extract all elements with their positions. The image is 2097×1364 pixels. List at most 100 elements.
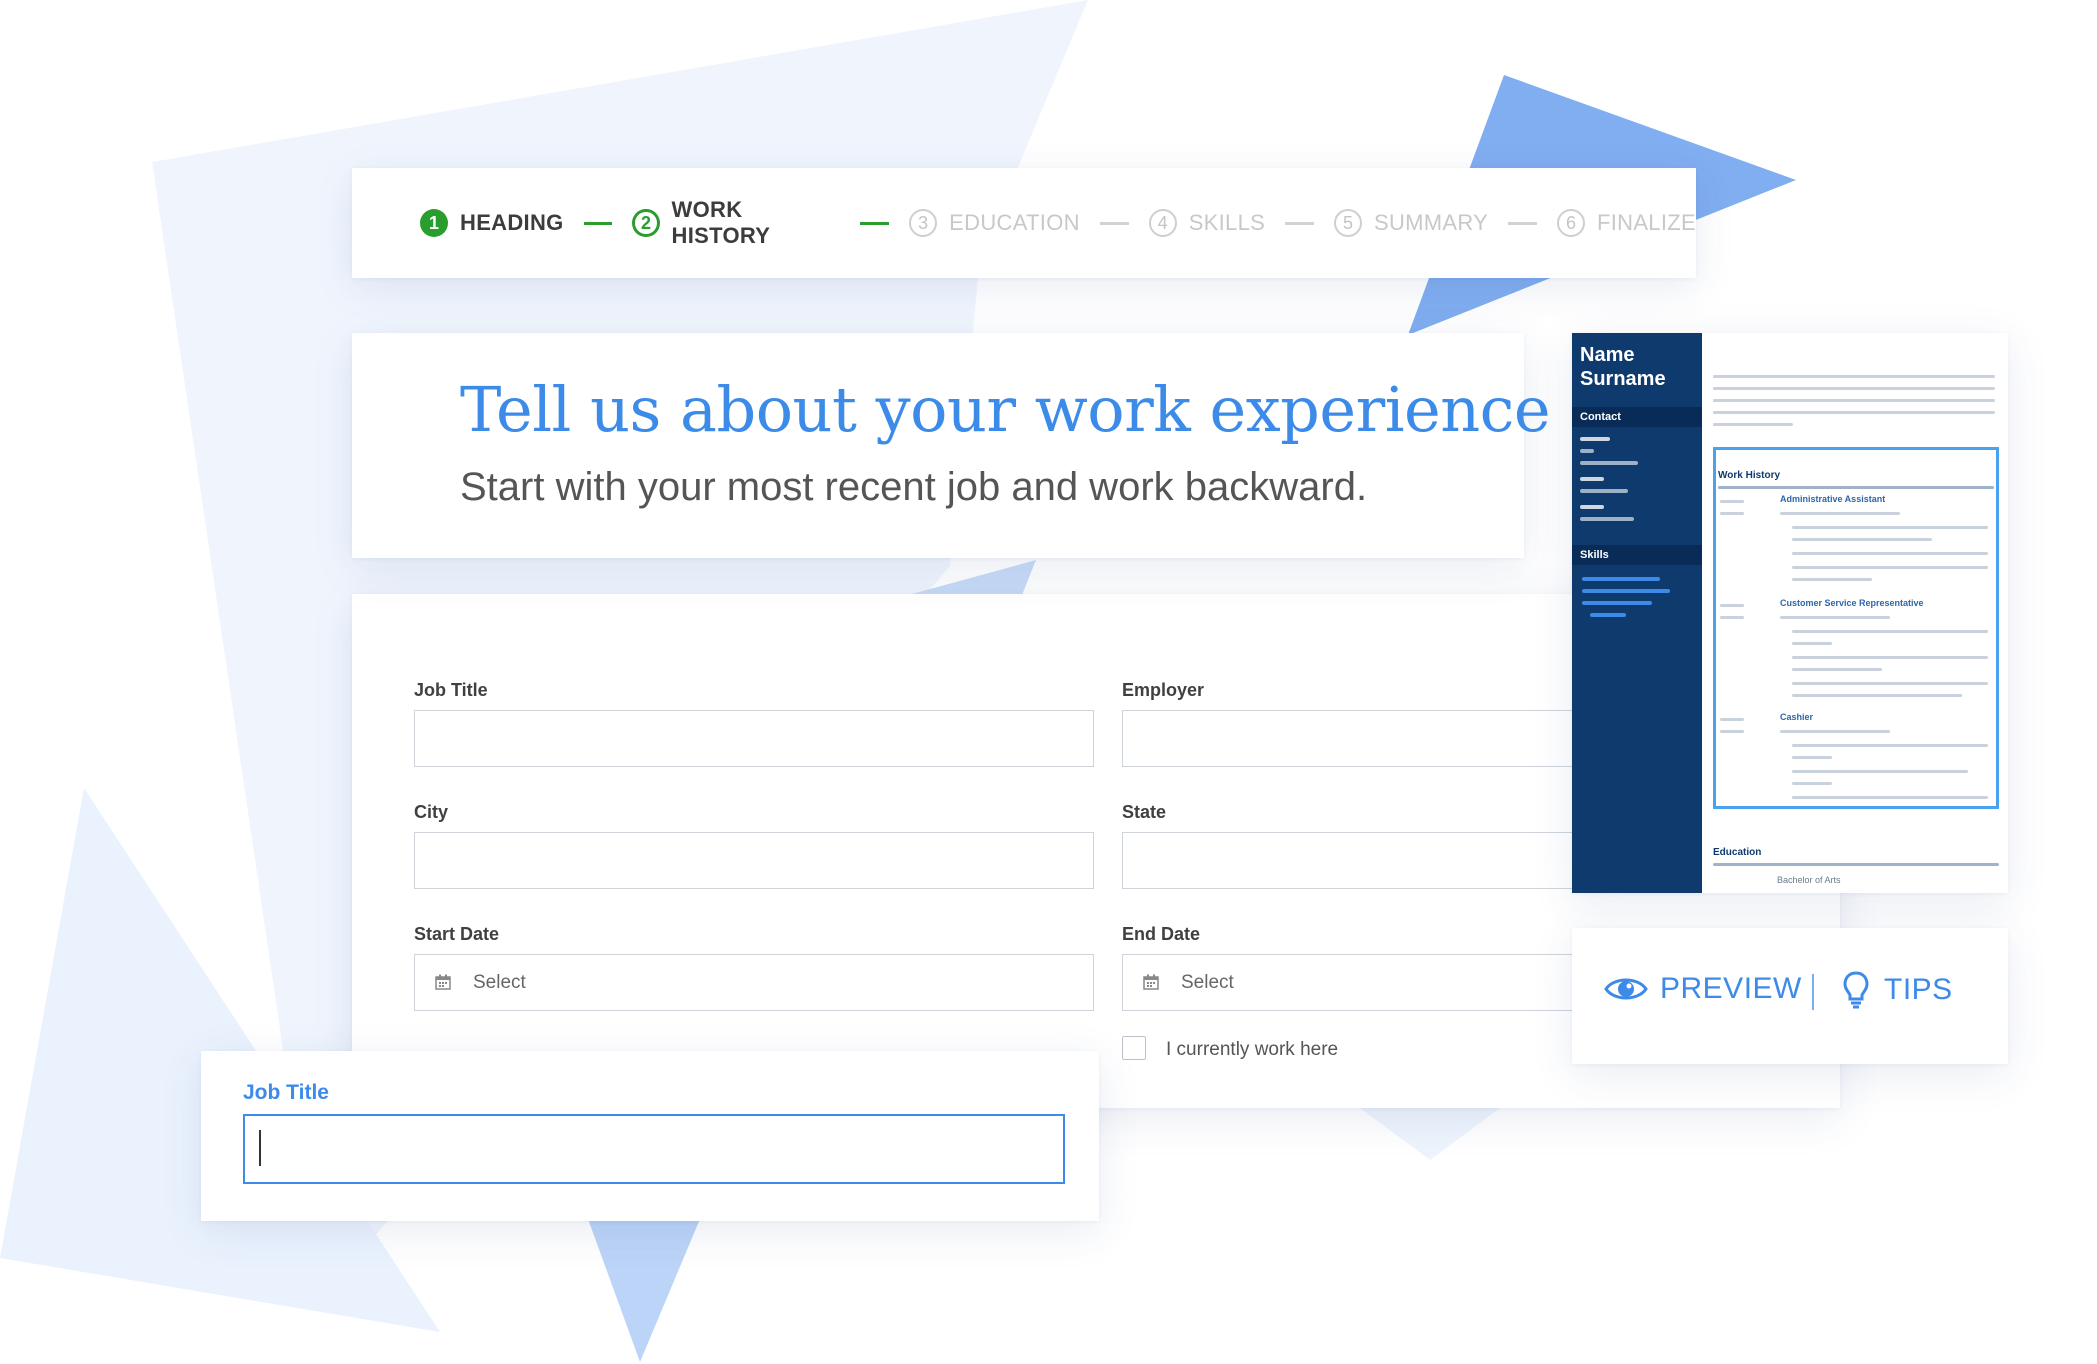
resume-bullet-line (1792, 630, 1988, 633)
resume-bullet-line (1792, 526, 1988, 529)
step-summary[interactable]: 5 SUMMARY (1333, 209, 1489, 237)
resume-skills-heading: Skills (1572, 545, 1702, 565)
resume-date-line (1720, 604, 1744, 607)
resume-education-heading: Education (1713, 847, 1762, 858)
resume-date-line (1720, 730, 1744, 733)
resume-bullet-line (1792, 578, 1872, 581)
heading-card: Tell us about your work experience Start… (352, 333, 1551, 558)
preview-button[interactable]: PREVIEW (1604, 972, 1802, 1006)
resume-date-line (1720, 512, 1744, 515)
start-date-placeholder: Select (473, 972, 526, 993)
resume-skill-line (1582, 577, 1660, 581)
step-skills[interactable]: 4 SKILLS (1148, 209, 1266, 237)
step-number: 6 (1557, 209, 1585, 237)
resume-name: Name Surname (1580, 343, 1666, 391)
resume-skill-line (1590, 613, 1626, 617)
city-input[interactable] (414, 832, 1094, 889)
focused-job-title-label: Job Title (243, 1081, 329, 1104)
resume-bullet-line (1792, 694, 1962, 697)
step-label: WORK HISTORY (671, 197, 771, 248)
resume-summary-line (1713, 423, 1793, 426)
step-connector (1099, 221, 1129, 225)
step-education[interactable]: 3 EDUCATION (909, 209, 1080, 237)
job-title-input[interactable] (414, 710, 1094, 767)
current-job-label: I currently work here (1166, 1039, 1339, 1060)
step-label: FINALIZE (1597, 210, 1696, 235)
job-title-label: Job Title (414, 680, 488, 700)
resume-text-line (1580, 489, 1628, 493)
resume-text-line (1580, 437, 1610, 441)
resume-date-line (1720, 718, 1744, 721)
actions-divider (1812, 974, 1814, 1010)
resume-last-name: Surname (1580, 368, 1666, 390)
resume-job-title: Administrative Assistant (1780, 494, 1886, 504)
page-subtitle: Start with your most recent job and work… (460, 465, 1368, 509)
state-label: State (1122, 802, 1167, 822)
preview-tips-bar: PREVIEW TIPS (1572, 928, 2008, 1064)
step-number: 1 (420, 209, 448, 237)
resume-bullet-line (1792, 744, 1988, 747)
resume-text-line (1580, 505, 1604, 509)
step-number: 5 (1333, 209, 1362, 237)
employer-label: Employer (1122, 680, 1205, 700)
progress-stepper: 1 HEADING 2 WORK HISTORY 3 EDUCATION 4 S… (352, 168, 1696, 278)
resume-work-history-highlight: Work History Administrative Assistant Cu… (1713, 447, 1999, 809)
tips-label: TIPS (1884, 973, 1953, 1006)
resume-text-line (1780, 616, 1890, 619)
step-work-history[interactable]: 2 WORK HISTORY (632, 197, 840, 249)
resume-summary-line (1713, 399, 1995, 402)
focused-job-title-card: Job Title (201, 1051, 1099, 1221)
current-job-checkbox[interactable] (1122, 1036, 1146, 1060)
resume-skill-line (1582, 589, 1670, 593)
step-finalize[interactable]: 6 FINALIZE (1557, 209, 1696, 237)
resume-preview[interactable]: Name Surname Contact Skills Work History… (1572, 333, 2008, 893)
start-date-select[interactable]: Select (414, 954, 1094, 1011)
resume-bullet-line (1792, 668, 1882, 671)
end-date-label: End Date (1122, 924, 1201, 944)
resume-text-line (1580, 449, 1594, 453)
step-heading[interactable]: 1 HEADING (420, 209, 564, 237)
step-label: SKILLS (1188, 210, 1266, 235)
resume-bullet-line (1792, 796, 1988, 799)
resume-bullet-line (1792, 538, 1932, 541)
step-label: EDUCATION (949, 210, 1080, 235)
resume-summary-line (1713, 375, 1995, 378)
preview-label: PREVIEW (1660, 972, 1802, 1005)
resume-divider (1718, 486, 1994, 489)
calendar-icon (435, 974, 451, 990)
step-connector (1285, 221, 1314, 225)
resume-bullet-line (1792, 682, 1988, 685)
resume-text-line (1780, 512, 1900, 515)
resume-summary-line (1713, 387, 1995, 390)
resume-job-title: Customer Service Representative (1780, 598, 1924, 608)
eye-icon (1604, 978, 1648, 1000)
resume-date-line (1720, 500, 1744, 503)
start-date-label: Start Date (414, 924, 500, 944)
resume-text-line (1580, 517, 1634, 521)
lightbulb-icon (1843, 971, 1869, 1009)
resume-bullet-line (1792, 770, 1968, 773)
text-cursor (259, 1130, 261, 1166)
step-label: SUMMARY (1373, 210, 1489, 235)
resume-text-line (1580, 477, 1604, 481)
tips-button[interactable]: TIPS (1842, 970, 1953, 1010)
step-number: 3 (909, 209, 938, 237)
step-number: 4 (1148, 209, 1177, 237)
resume-bullet-line (1792, 566, 1988, 569)
resume-sidebar: Name Surname Contact Skills (1572, 333, 1702, 893)
resume-bullet-line (1792, 656, 1988, 659)
resume-bullet-line (1792, 782, 1832, 785)
focused-job-title-input[interactable] (243, 1114, 1065, 1184)
resume-bullet-line (1792, 756, 1832, 759)
page-title: Tell us about your work experience (460, 373, 1551, 446)
resume-skill-line (1582, 601, 1652, 605)
resume-bullet-line (1792, 552, 1988, 555)
resume-text-line (1780, 730, 1890, 733)
step-connector (583, 221, 613, 225)
resume-education-degree: Bachelor of Arts (1777, 875, 1841, 885)
city-label: City (414, 802, 449, 822)
step-connector (1508, 221, 1537, 225)
end-date-placeholder: Select (1181, 972, 1234, 993)
resume-job-title: Cashier (1780, 712, 1814, 722)
resume-first-name: Name (1580, 344, 1635, 366)
